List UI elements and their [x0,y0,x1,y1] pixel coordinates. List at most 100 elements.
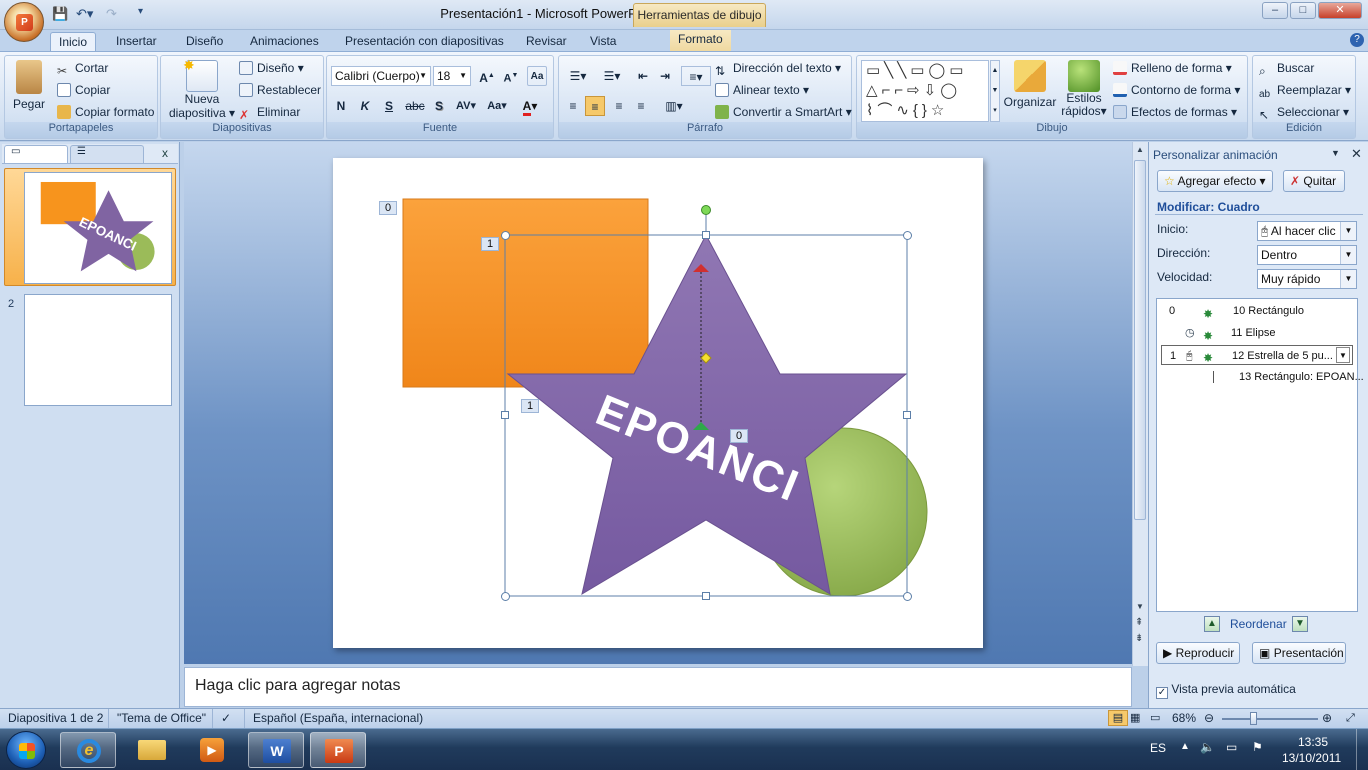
scroll-up-icon[interactable]: ▲ [1136,145,1144,154]
smartart-button[interactable]: Convertir a SmartArt ▾ [715,102,852,122]
tab-insertar[interactable]: Insertar [108,32,165,52]
shape-outline-button[interactable]: Contorno de forma ▾ [1113,80,1240,100]
network-icon[interactable]: ▭ [1226,740,1237,754]
cut-button[interactable]: ✂ Cortar [57,58,108,78]
layout-button[interactable]: Diseño ▾ [239,58,304,78]
bold-button[interactable]: N [331,96,351,116]
word-taskbar-icon[interactable]: W [248,732,304,768]
panel-close-icon[interactable]: x [162,146,168,160]
resize-handle-sw[interactable] [501,592,510,601]
volume-icon[interactable]: 🔈 [1200,740,1215,754]
media-player-taskbar-icon[interactable]: ▶ [184,732,240,768]
list-item-selected[interactable]: 1 🖰 12 Estrella de 5 pu... ▼ [1161,345,1353,365]
replace-button[interactable]: ab Reemplazar ▾ [1259,80,1351,100]
tab-diseno[interactable]: Diseño [178,32,231,52]
clock-date[interactable]: 13/10/2011 [1282,751,1341,765]
columns-icon[interactable]: ▥▾ [659,96,689,116]
tab-vista[interactable]: Vista [582,32,624,52]
normal-view-icon[interactable]: ▤ [1108,710,1128,726]
move-down-icon[interactable]: ▼ [1292,616,1308,632]
language-indicator[interactable]: ES [1150,741,1166,755]
scroll-down-icon[interactable]: ▼ [1136,602,1144,611]
shape-fill-button[interactable]: Relleno de forma ▾ [1113,58,1232,78]
shape-effects-button[interactable]: Efectos de formas ▾ [1113,102,1237,122]
resize-handle-ne[interactable] [903,231,912,240]
office-button[interactable]: P [4,2,44,42]
close-button[interactable]: ✕ [1318,2,1362,19]
animation-list[interactable]: 0 10 Rectángulo ◷ 11 Elipse 1 🖰 12 Estrella … [1156,298,1364,612]
select-button[interactable]: ↖ Seleccionar ▾ [1259,102,1349,122]
chevron-down-icon[interactable]: ▼ [1336,347,1350,363]
zoom-level[interactable]: 68% [1172,709,1196,728]
paste-button[interactable]: Pegar [13,60,45,114]
new-slide-button[interactable]: ✸ Nueva diapositiva ▾ [167,57,237,120]
list-item[interactable]: ◷ 11 Elipse [1161,323,1353,343]
powerpoint-taskbar-icon[interactable]: P [310,732,366,768]
animation-tag[interactable]: 1 [481,237,499,251]
delete-slide-button[interactable]: ✗ Eliminar [239,102,300,122]
align-center-icon[interactable]: ≡ [585,96,605,116]
add-effect-button[interactable]: ☆ Agregar efecto ▾ [1157,170,1273,192]
start-button[interactable] [6,731,46,769]
numbering-icon[interactable]: ☰▾ [597,66,627,86]
spellcheck-icon[interactable]: ✓ [212,709,231,728]
pane-menu-icon[interactable]: ▼ [1331,148,1340,158]
tab-inicio[interactable]: Inicio [50,32,97,52]
resize-handle-s[interactable] [702,592,710,600]
slide-canvas[interactable]: EPOANCI 0 1 1 0 [333,158,983,648]
clock-time[interactable]: 13:35 [1298,735,1328,749]
animation-tag[interactable]: 1 [521,399,539,413]
fit-to-window-icon[interactable]: ⤢ [1346,709,1355,728]
shadow-button[interactable]: S [429,96,449,116]
change-case-button[interactable]: Aa▾ [483,96,511,116]
minimize-button[interactable]: – [1262,2,1288,19]
action-center-icon[interactable]: ⚑ [1252,740,1263,754]
zoom-out-icon[interactable]: ⊖ [1204,709,1214,728]
sorter-view-icon[interactable]: ▦ [1130,709,1140,728]
find-button[interactable]: ⌕ Buscar [1259,58,1314,78]
next-slide-icon[interactable]: ⇟ [1135,634,1143,644]
pane-close-icon[interactable]: ✕ [1351,146,1362,162]
font-name-combo[interactable]: Calibri (Cuerpo) ▼ [331,66,431,86]
language[interactable]: Español (España, internacional) [244,709,423,728]
align-text-button[interactable]: Alinear texto ▾ [715,80,809,100]
bullets-icon[interactable]: ☰▾ [563,66,593,86]
orange-rectangle[interactable] [402,198,649,388]
increase-indent-icon[interactable]: ⇥ [655,66,675,86]
tab-revisar[interactable]: Revisar [518,32,575,52]
animation-tag[interactable]: 0 [379,201,397,215]
decrease-indent-icon[interactable]: ⇤ [633,66,653,86]
align-right-icon[interactable]: ≡ [609,96,629,116]
tab-slides[interactable]: ▭ [4,145,68,163]
tab-outline[interactable]: ☰ [70,145,144,163]
move-up-icon[interactable]: ▲ [1204,616,1220,632]
direction-select[interactable]: Dentro ▼ [1257,245,1357,265]
speed-select[interactable]: Muy rápido ▼ [1257,269,1357,289]
zoom-slider-thumb[interactable] [1250,712,1257,725]
justify-icon[interactable]: ≡ [631,96,651,116]
reset-button[interactable]: Restablecer [239,80,321,100]
animation-tag[interactable]: 0 [730,429,748,443]
resize-handle-w[interactable] [501,411,509,419]
align-left-icon[interactable]: ≡ [563,96,583,116]
quick-styles-button[interactable]: Estilos rápidos▾ [1059,60,1109,118]
text-direction-button[interactable]: ⇅ Dirección del texto ▾ [715,58,841,78]
slide-1-thumbnail[interactable]: EPOANCI [24,172,172,284]
explorer-taskbar-icon[interactable] [124,732,180,768]
rotation-handle[interactable] [701,205,711,215]
resize-handle-se[interactable] [903,592,912,601]
previous-slide-icon[interactable]: ⇞ [1135,618,1143,628]
help-icon[interactable]: ? [1350,33,1364,47]
slide-2-thumbnail[interactable] [24,294,172,406]
scroll-thumb[interactable] [1134,160,1146,520]
zoom-in-icon[interactable]: ⊕ [1322,709,1332,728]
tab-formato[interactable]: Formato [670,30,731,52]
zoom-slider[interactable] [1222,718,1318,720]
maximize-button[interactable]: □ [1290,2,1316,19]
copy-button[interactable]: Copiar [57,80,110,100]
resize-handle-nw[interactable] [501,231,510,240]
notes-area[interactable]: Haga clic para agregar notas [184,667,1132,707]
format-painter-button[interactable]: Copiar formato [57,102,154,122]
shapes-gallery[interactable]: ▭╲╲▭◯▭ △⌐⌐⇨⇩◯ ⌇⌒∿{}☆ [861,60,989,122]
clear-format-icon[interactable]: Aa [527,66,547,86]
